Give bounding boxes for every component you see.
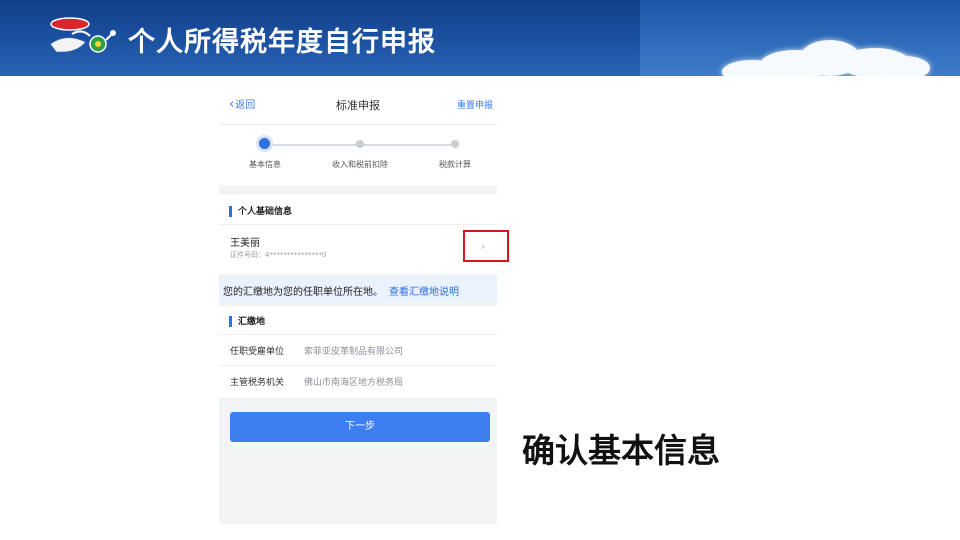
slide-header-banner: 个人所得税年度自行申报 xyxy=(0,0,960,76)
tax-authority-label: 主管税务机关 xyxy=(230,378,285,388)
next-step-button[interactable]: 下一步 xyxy=(230,412,490,442)
step-label-income: 收入和税前扣除 xyxy=(332,160,388,169)
basic-info-section-header: 个人基础信息 xyxy=(229,204,292,217)
id-number-value: 4***************0 xyxy=(265,251,327,259)
taxpayer-name: 王美丽 xyxy=(230,238,260,249)
step-dot-active xyxy=(259,138,270,149)
view-payment-place-explanation-link[interactable]: 查看汇缴地说明 xyxy=(389,287,459,298)
step-dot xyxy=(451,140,459,148)
id-number-line: 证件号码：4***************0 xyxy=(230,250,326,260)
divider xyxy=(219,224,497,225)
basic-info-section-title: 个人基础信息 xyxy=(238,207,293,217)
reset-declaration-link[interactable]: 重置申报 xyxy=(457,98,493,111)
step-connector xyxy=(265,144,360,146)
step-dot xyxy=(356,140,364,148)
progress-steps: 基本信息 收入和税前扣除 税款计算 xyxy=(219,125,497,185)
step-connector xyxy=(360,144,455,146)
employer-label: 任职受雇单位 xyxy=(230,347,285,357)
slide-caption: 确认基本信息 xyxy=(522,431,720,470)
section-accent-bar xyxy=(229,316,232,327)
payment-place-notice: 您的汇缴地为您的任职单位所在地。 查看汇缴地说明 xyxy=(219,276,497,302)
employer-value: 索菲亚皮革制品有限公司 xyxy=(304,347,404,357)
page-title: 标准申报 xyxy=(336,99,380,112)
notice-text: 您的汇缴地为您的任职单位所在地。 xyxy=(223,287,383,298)
tax-authority-value: 佛山市南海区地方税务局 xyxy=(304,378,404,388)
step-label-basic-info: 基本信息 xyxy=(249,160,281,169)
section-accent-bar xyxy=(229,206,232,217)
nav-bar: ‹返回 标准申报 重置申报 xyxy=(219,84,497,125)
slide-title: 个人所得税年度自行申报 xyxy=(128,27,436,58)
phone-screenshot: ‹返回 标准申报 重置申报 基本信息 收入和税前扣除 税款计算 个人基础信息 王… xyxy=(219,84,497,524)
step-label-tax-calc: 税款计算 xyxy=(439,160,471,169)
divider xyxy=(219,365,497,366)
highlight-box xyxy=(463,230,509,262)
payment-place-section-header: 汇缴地 xyxy=(229,314,265,327)
tax-logo-icon xyxy=(49,17,116,53)
notice-text-line: 您的汇缴地为您的任职单位所在地。 查看汇缴地说明 xyxy=(223,283,459,298)
payment-place-section-title: 汇缴地 xyxy=(238,317,266,327)
divider xyxy=(219,334,497,335)
cloud-decoration xyxy=(880,56,930,76)
id-number-label: 证件号码： xyxy=(230,251,265,259)
